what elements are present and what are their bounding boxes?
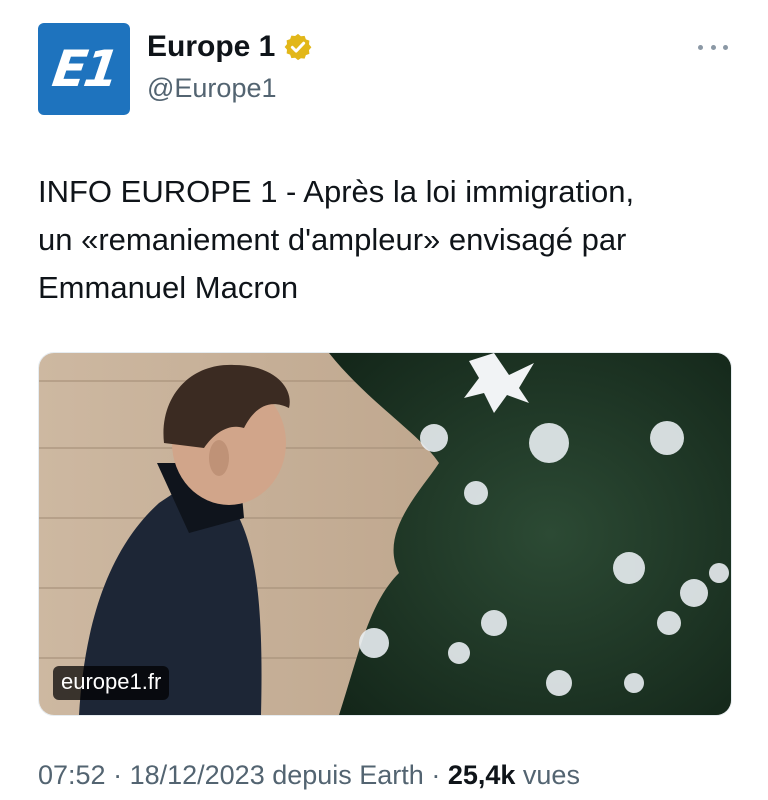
link-domain-badge: europe1.fr (53, 666, 170, 700)
tweet-source: depuis Earth (264, 760, 424, 790)
article-photo (39, 353, 731, 715)
more-options-icon[interactable] (698, 40, 728, 54)
separator-dot: · (105, 760, 130, 790)
tweet-media-card[interactable]: europe1.fr (38, 352, 732, 716)
view-count[interactable]: 25,4k (448, 760, 516, 790)
verified-badge-icon (285, 33, 312, 61)
tweet-metadata: 07:52 · 18/12/2023 depuis Earth · 25,4k … (38, 760, 580, 791)
tweet-text: INFO EUROPE 1 - Après la loi immigration… (38, 168, 738, 312)
account-name-row: Europe 1 (147, 30, 313, 64)
tweet-line: Emmanuel Macron (38, 270, 299, 305)
account-avatar[interactable]: E1 (38, 23, 130, 115)
separator-dot: · (423, 760, 448, 790)
view-label: vues (515, 760, 580, 790)
account-name[interactable]: Europe 1 (147, 30, 275, 64)
account-handle[interactable]: @Europe1 (147, 73, 277, 104)
tweet-time[interactable]: 07:52 (38, 760, 106, 790)
avatar-logo-text: E1 (48, 40, 120, 98)
tweet-line: un «remaniement d'ampleur» envisagé par (38, 222, 627, 257)
tweet-line: INFO EUROPE 1 - Après la loi immigration… (38, 174, 635, 209)
tweet-date[interactable]: 18/12/2023 (130, 760, 265, 790)
